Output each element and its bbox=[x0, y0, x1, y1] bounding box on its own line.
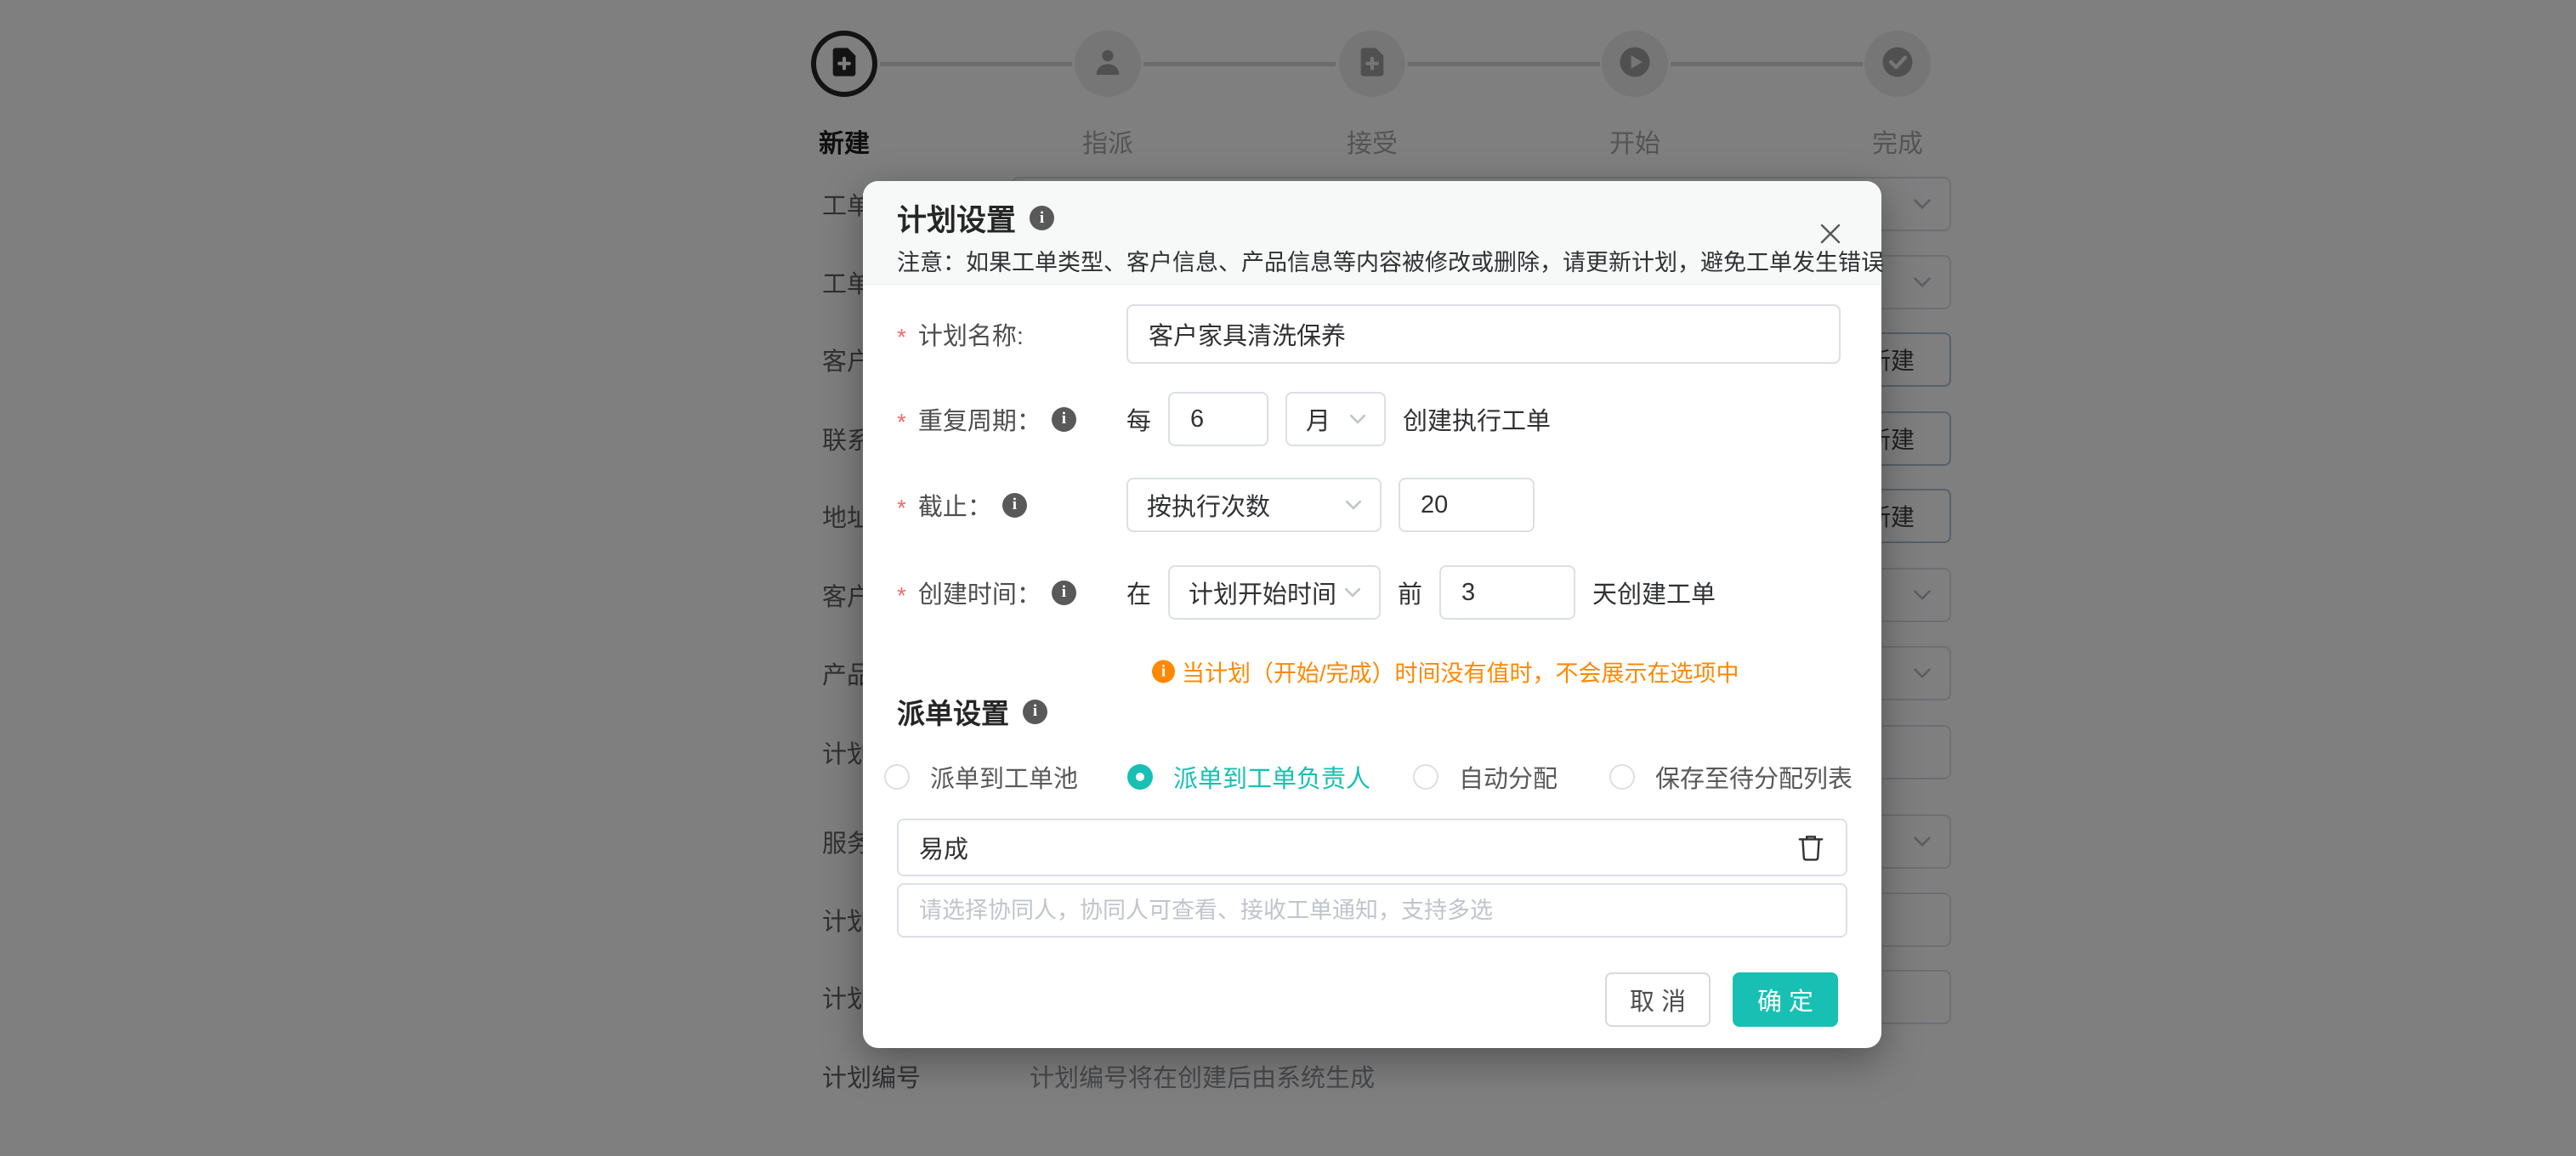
create-time-anchor-select[interactable]: 计划开始时间 bbox=[1168, 565, 1382, 620]
radio-icon bbox=[1609, 764, 1635, 790]
modal-title-row: 计划设置 i bbox=[897, 196, 1055, 240]
create-time-row: * 创建时间： i 在 计划开始时间 前 天创建工单 bbox=[897, 565, 1716, 620]
info-icon[interactable]: i bbox=[1030, 206, 1055, 230]
radio-label: 保存至待分配列表 bbox=[1655, 766, 1853, 793]
info-icon[interactable]: i bbox=[1051, 406, 1076, 432]
chevron-down-icon bbox=[1344, 587, 1361, 598]
radio-save-pending[interactable]: 保存至待分配列表 bbox=[1609, 759, 1853, 795]
repeat-unit-select[interactable]: 月 bbox=[1285, 392, 1387, 446]
dispatch-settings-heading: 派单设置 i bbox=[897, 691, 1047, 732]
required-asterisk: * bbox=[897, 495, 906, 521]
plan-name-row: * 计划名称: bbox=[897, 304, 1841, 364]
chevron-down-icon bbox=[1345, 500, 1362, 510]
required-asterisk: * bbox=[897, 582, 906, 609]
required-asterisk: * bbox=[897, 409, 906, 435]
chevron-down-icon bbox=[1349, 414, 1366, 424]
repeat-unit-value: 月 bbox=[1306, 408, 1331, 435]
radio-label: 自动分配 bbox=[1459, 766, 1558, 793]
warning-text: 当计划（开始/完成）时间没有值时，不会展示在选项中 bbox=[1182, 660, 1739, 687]
plan-name-input[interactable] bbox=[1126, 304, 1841, 364]
modal-title: 计划设置 bbox=[897, 204, 1017, 237]
radio-auto-assign[interactable]: 自动分配 bbox=[1413, 759, 1558, 795]
repeat-cycle-label-text: 重复周期： bbox=[917, 408, 1041, 435]
warning-info-icon: i bbox=[1152, 660, 1175, 683]
plan-name-label: * 计划名称: bbox=[897, 316, 1126, 352]
dispatch-heading-text: 派单设置 bbox=[897, 698, 1009, 729]
deadline-mode-value: 按执行次数 bbox=[1147, 494, 1271, 521]
create-time-label-text: 创建时间： bbox=[917, 581, 1041, 609]
plan-time-warning: i 当计划（开始/完成）时间没有值时，不会展示在选项中 bbox=[1152, 655, 1739, 688]
close-icon[interactable] bbox=[1812, 215, 1849, 252]
info-icon[interactable]: i bbox=[1051, 580, 1076, 605]
radio-icon bbox=[1127, 764, 1153, 790]
modal-note: 注意：如果工单类型、客户信息、产品信息等内容被修改或删除，请更新计划，避免工单发… bbox=[897, 250, 1884, 275]
plan-settings-modal: 计划设置 i 注意：如果工单类型、客户信息、产品信息等内容被修改或删除，请更新计… bbox=[863, 181, 1884, 1048]
repeat-prefix: 每 bbox=[1126, 408, 1152, 435]
required-asterisk: * bbox=[897, 324, 906, 350]
repeat-cycle-label: * 重复周期： i bbox=[897, 401, 1126, 437]
create-time-prefix: 在 bbox=[1126, 581, 1152, 609]
deadline-count-input[interactable] bbox=[1399, 478, 1535, 532]
radio-icon bbox=[1413, 764, 1438, 790]
info-icon[interactable]: i bbox=[1023, 699, 1047, 724]
deadline-mode-select[interactable]: 按执行次数 bbox=[1126, 478, 1382, 532]
confirm-button[interactable]: 确 定 bbox=[1733, 972, 1838, 1027]
cancel-button[interactable]: 取 消 bbox=[1605, 972, 1711, 1027]
deadline-label-text: 截止： bbox=[917, 494, 992, 521]
create-time-mid: 前 bbox=[1398, 581, 1423, 609]
radio-icon bbox=[884, 764, 910, 790]
app-canvas: 新建 指派 接受 bbox=[0, 0, 2576, 1156]
create-time-anchor-value: 计划开始时间 bbox=[1189, 581, 1337, 609]
deadline-row: * 截止： i 按执行次数 bbox=[897, 478, 1535, 532]
assignee-field[interactable]: 易成 bbox=[897, 819, 1847, 876]
collaborator-input[interactable] bbox=[897, 883, 1847, 938]
repeat-cycle-row: * 重复周期： i 每 月 创建执行工单 bbox=[897, 392, 1551, 446]
create-time-label: * 创建时间： i bbox=[897, 575, 1126, 610]
radio-dispatch-owner[interactable]: 派单到工单负责人 bbox=[1127, 759, 1370, 795]
create-time-days-input[interactable] bbox=[1439, 565, 1576, 620]
deadline-label: * 截止： i bbox=[897, 487, 1126, 523]
repeat-interval-input[interactable] bbox=[1168, 392, 1269, 446]
radio-label: 派单到工单池 bbox=[930, 766, 1079, 793]
collaborator-field-wrap bbox=[897, 883, 1847, 938]
create-time-suffix: 天创建工单 bbox=[1592, 581, 1716, 609]
radio-dispatch-pool[interactable]: 派单到工单池 bbox=[884, 759, 1078, 795]
repeat-suffix: 创建执行工单 bbox=[1403, 408, 1552, 435]
radio-label: 派单到工单负责人 bbox=[1173, 766, 1371, 793]
info-icon[interactable]: i bbox=[1001, 492, 1027, 518]
trash-icon[interactable] bbox=[1796, 832, 1825, 863]
plan-name-label-text: 计划名称: bbox=[917, 323, 1024, 350]
modal-header: 计划设置 i 注意：如果工单类型、客户信息、产品信息等内容被修改或删除，请更新计… bbox=[863, 181, 1884, 285]
assignee-value: 易成 bbox=[919, 836, 969, 864]
